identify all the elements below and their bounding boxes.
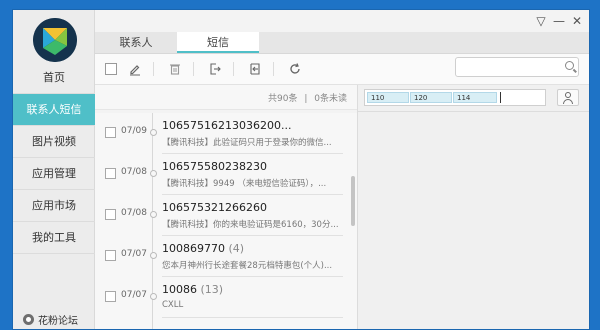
toolbar (95, 54, 589, 85)
sender-number: 106575321266260 (162, 201, 267, 214)
delete-icon[interactable] (167, 61, 183, 77)
timeline-dot (150, 211, 157, 218)
toolbar-divider (153, 62, 154, 76)
message-sender: 106575580238230 (162, 160, 267, 173)
compose-divider (358, 111, 589, 112)
toolbar-divider (273, 62, 274, 76)
search-icon[interactable] (565, 61, 574, 70)
message-date: 07/07 (121, 249, 147, 259)
list-item[interactable]: 07/08 106575321266260 【腾讯科技】你的来电验证码是6160… (95, 195, 357, 236)
list-item[interactable]: 07/07 100869770 (4) 您本月神州行长途套餐28元档特惠包(个人… (95, 236, 357, 277)
recipient-chip[interactable]: 110 (367, 92, 409, 103)
toolbar-divider (233, 62, 234, 76)
list-item[interactable]: 07/09 10657516213036200... 【腾讯科技】此验证码只用于… (95, 113, 357, 154)
row-checkbox[interactable] (105, 250, 116, 261)
choose-contact-button[interactable] (557, 89, 579, 106)
unread-count: 0条未读 (314, 94, 347, 104)
message-sender: 10086 (13) (162, 283, 223, 296)
sidebar: 首页 联系人短信 图片视频 应用管理 应用市场 我的工具 花粉论坛 (13, 10, 95, 329)
message-count: (13) (200, 283, 224, 296)
refresh-icon[interactable] (287, 61, 303, 77)
timeline-dot (150, 170, 157, 177)
recipients-field[interactable]: 110 120 114 (364, 89, 546, 106)
message-preview: 【腾讯科技】9949 （来电短信验证码），... (162, 179, 327, 189)
recipient-chip[interactable]: 120 (410, 92, 452, 103)
dropdown-icon[interactable]: ▽ (535, 14, 547, 28)
tab-sms[interactable]: 短信 (177, 32, 259, 53)
sender-number: 10657516213036200... (162, 119, 292, 132)
forum-icon (23, 314, 34, 325)
forum-label: 花粉论坛 (38, 316, 78, 327)
row-divider (162, 317, 343, 318)
message-preview: CXLL (162, 300, 184, 310)
sidebar-nav: 首页 联系人短信 图片视频 应用管理 应用市场 我的工具 (13, 62, 95, 254)
export-icon[interactable] (207, 61, 223, 77)
compose-pane: 110 120 114 (357, 85, 589, 329)
app-logo (33, 18, 77, 62)
timeline-dot (150, 252, 157, 259)
forum-link[interactable]: 花粉论坛 (23, 312, 78, 327)
person-icon (565, 92, 571, 98)
sidebar-item-my-tools[interactable]: 我的工具 (13, 222, 95, 254)
list-item[interactable]: 07/07 10086 (13) CXLL (95, 277, 357, 318)
message-preview: 【腾讯科技】你的来电验证码是6160，30分... (162, 220, 339, 230)
sender-number: 100869770 (162, 242, 225, 255)
sidebar-item-photos-videos[interactable]: 图片视频 (13, 126, 95, 158)
message-list[interactable]: 07/09 10657516213036200... 【腾讯科技】此验证码只用于… (95, 113, 357, 329)
toolbar-divider (193, 62, 194, 76)
timeline-dot (150, 129, 157, 136)
message-sender: 106575321266260 (162, 201, 267, 214)
row-checkbox[interactable] (105, 127, 116, 138)
row-checkbox[interactable] (105, 168, 116, 179)
message-preview: 您本月神州行长途套餐28元档特惠包(个人)... (162, 261, 333, 271)
search-input[interactable] (455, 57, 579, 77)
message-list-header: 共90条 | 0条未读 (95, 85, 357, 110)
message-date: 07/07 (121, 290, 147, 300)
text-cursor (500, 92, 501, 103)
sidebar-item-contacts-sms[interactable]: 联系人短信 (13, 94, 95, 126)
select-all-checkbox[interactable] (105, 63, 117, 75)
sender-number: 10086 (162, 283, 197, 296)
list-item[interactable]: 07/08 106575580238230 【腾讯科技】9949 （来电短信验证… (95, 154, 357, 195)
message-date: 07/08 (121, 208, 147, 218)
close-icon[interactable]: ✕ (571, 14, 583, 28)
message-date: 07/08 (121, 167, 147, 177)
message-stats: 共90条 | 0条未读 (264, 91, 347, 104)
person-icon-body (563, 99, 573, 104)
sidebar-item-app-market[interactable]: 应用市场 (13, 190, 95, 222)
recipient-chip[interactable]: 114 (453, 92, 497, 103)
message-sender: 100869770 (4) (162, 242, 244, 255)
sender-number: 106575580238230 (162, 160, 267, 173)
edit-icon[interactable] (127, 61, 143, 77)
message-sender: 10657516213036200... (162, 119, 291, 132)
message-preview: 【腾讯科技】此验证码只用于登录你的微信... (162, 138, 332, 148)
sidebar-item-app-management[interactable]: 应用管理 (13, 158, 95, 190)
import-icon[interactable] (247, 61, 263, 77)
message-date: 07/09 (121, 126, 147, 136)
message-count: (4) (228, 242, 245, 255)
minimize-icon[interactable]: — (553, 14, 565, 28)
tab-contacts[interactable]: 联系人 (95, 32, 177, 53)
tab-bar: 联系人 短信 (95, 32, 589, 54)
window-controls: ▽ — ✕ (535, 14, 583, 28)
list-scrollbar[interactable] (351, 176, 355, 226)
stats-separator: | (304, 94, 308, 104)
row-checkbox[interactable] (105, 291, 116, 302)
timeline-dot (150, 293, 157, 300)
row-checkbox[interactable] (105, 209, 116, 220)
total-count: 共90条 (268, 94, 298, 104)
app-window: ▽ — ✕ 首页 联系人短信 图片视频 应用管理 应用市场 我的工具 花粉论坛 (12, 9, 590, 330)
sidebar-item-home[interactable]: 首页 (13, 62, 95, 94)
